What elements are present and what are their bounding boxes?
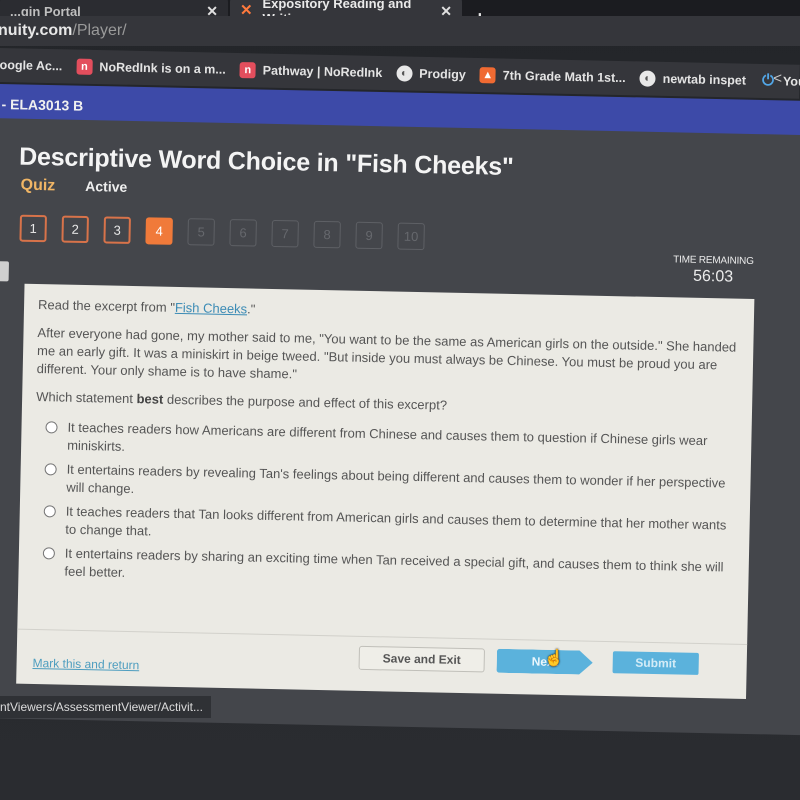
mark-and-return-link[interactable]: Mark this and return [32,656,139,672]
activity-subtitle: Quiz Active [20,177,127,197]
timer-value: 56:03 [692,267,734,286]
question-10-button: 10 [397,222,425,251]
question-prompt: Which statement best describes the purpo… [36,388,738,421]
question-9-button: 9 [355,221,383,250]
radio-button[interactable] [44,463,57,476]
answer-option[interactable]: It entertains readers by revealing Tan's… [34,460,737,511]
tool-icon[interactable] [0,260,10,282]
question-4-button[interactable]: 4 [145,217,173,245]
radio-button[interactable] [42,547,56,560]
hand-cursor-icon: ☝ [544,650,564,667]
bookmark-label: 7th Grade Math 1st... [502,68,626,86]
bookmark-label: YourForum -> Arc [782,74,800,90]
option-text: It entertains readers by revealing Tan's… [66,461,726,497]
bookmark-label: oogle Ac... [0,57,63,74]
activity-type: Quiz [20,176,56,195]
globe-icon: ◐ [396,65,413,82]
intro-prefix: Read the excerpt from " [37,297,176,315]
radio-button[interactable] [43,505,56,518]
noredink-icon: n [239,62,256,79]
fish-cheeks-link[interactable]: Fish Cheeks [175,300,248,317]
screen: ...gin Portal ✕ ✕ Expository Reading and… [0,0,800,800]
answer-option[interactable]: It teaches readers that Tan looks differ… [33,502,736,553]
submit-button[interactable]: Submit [612,651,699,675]
question-8-button: 8 [313,220,341,249]
noredink-icon: n [76,58,93,75]
bookmark-prodigy[interactable]: ◐ Prodigy [396,65,466,82]
prompt-prefix: Which statement [36,389,137,407]
bookmark-label: Pathway | NoRedInk [262,63,383,81]
question-panel: Read the excerpt from "Fish Cheeks." Aft… [16,283,755,699]
activity-area: Descriptive Word Choice in "Fish Cheeks"… [0,118,800,736]
question-navigation: 1 2 3 4 5 6 7 8 9 10 [19,214,425,251]
answer-options: It teaches readers how Americans are dif… [32,418,737,595]
question-5-button: 5 [187,218,215,246]
bookmark-label: newtab inspet [662,71,747,88]
url-text[interactable]: nuity.com/Player/ [0,22,127,40]
question-1-button[interactable]: 1 [19,214,47,243]
bookmark-math[interactable]: ▲ 7th Grade Math 1st... [479,67,626,86]
option-text: It teaches readers how Americans are dif… [67,419,708,454]
question-7-button: 7 [271,219,299,248]
radio-button[interactable] [45,421,58,434]
option-text: It teaches readers that Tan looks differ… [65,503,727,539]
activity-title: Descriptive Word Choice in "Fish Cheeks" [18,142,514,181]
intro-suffix: ." [246,301,256,317]
activity-status: Active [85,178,128,195]
prompt-suffix: describes the purpose and effect of this… [163,391,448,413]
url-path: /Player/ [72,22,127,39]
status-bar-url: ntViewers/AssessmentViewer/Activit... [0,696,211,718]
question-6-button: 6 [229,219,257,247]
url-host: nuity.com [0,22,73,39]
option-text: It entertains readers by sharing an exci… [64,545,724,580]
bookmark-newtab[interactable]: ◐ newtab inspet [639,70,747,88]
bookmark-google[interactable]: oogle Ac... [0,58,63,73]
timer-label: TIME REMAINING [673,254,754,268]
answer-option[interactable]: It entertains readers by sharing an exci… [32,544,735,595]
bookmark-label: NoRedInk is on a m... [99,60,226,77]
footer-divider [17,628,748,645]
time-remaining: TIME REMAINING 56:03 [673,254,754,287]
address-bar[interactable]: nuity.com/Player/ [0,16,800,46]
save-and-exit-button[interactable]: Save and Exit [358,645,485,673]
classroom-icon: ▲ [479,67,496,84]
course-name[interactable]: - ELA3013 B [1,96,83,114]
answer-option[interactable]: It teaches readers how Americans are dif… [35,418,738,469]
question-2-button[interactable]: 2 [61,215,89,244]
bookmark-noredink-2[interactable]: n Pathway | NoRedInk [239,62,383,81]
bookmark-label: Prodigy [419,66,466,82]
share-icon[interactable]: < [773,70,782,87]
bookmark-noredink-1[interactable]: n NoRedInk is on a m... [76,58,226,78]
question-3-button[interactable]: 3 [103,216,131,244]
prompt-bold: best [136,391,164,407]
excerpt-intro: Read the excerpt from "Fish Cheeks." [38,296,740,329]
globe-icon: ◐ [639,70,656,87]
excerpt-passage: After everyone had gone, my mother said … [36,325,737,382]
